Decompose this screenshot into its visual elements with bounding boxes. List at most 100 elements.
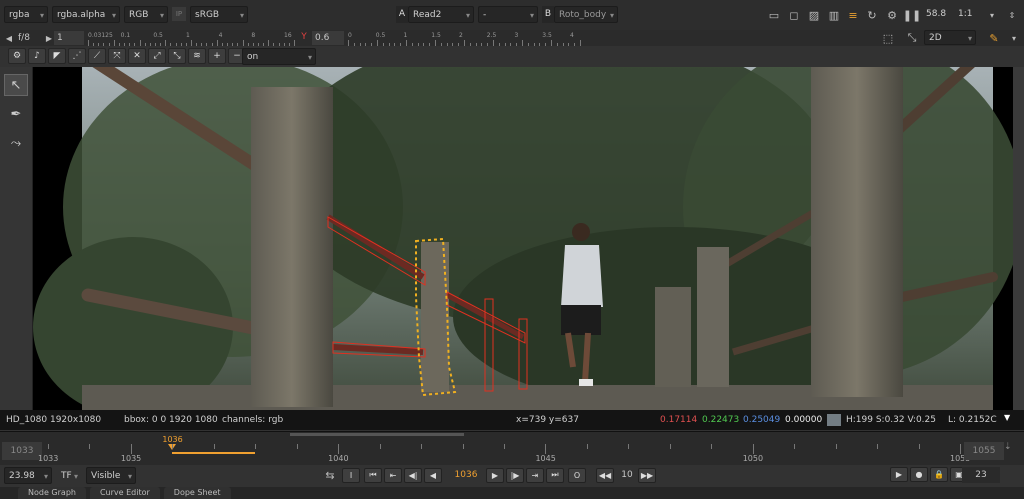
ruler-label: 3 [514, 32, 519, 39]
timeline[interactable]: 1033 1036 1033 1035 1040 1045 1050 1055 1055 … [0, 431, 1024, 466]
remove-feather-icon[interactable]: ⤡ [168, 48, 186, 64]
visible-dropdown[interactable]: Visible [86, 467, 136, 485]
gpu-icon[interactable]: ⚙ [884, 7, 900, 23]
point-lock-icon[interactable]: ◤ [48, 48, 66, 64]
colorspace-dropdown[interactable]: sRGB [190, 6, 248, 24]
add-key-icon[interactable]: + [208, 48, 226, 64]
timeline-start-frame[interactable]: 1033 [2, 442, 42, 460]
channel-dropdown[interactable]: rgba [4, 6, 48, 24]
ruler-label: 4 [218, 32, 223, 39]
prev-keyframe-icon[interactable]: ⇤ [384, 467, 402, 483]
timeline-end-frame[interactable]: 1055 [964, 442, 1004, 460]
overlay-icon[interactable]: ▨ [806, 7, 822, 23]
settings-gear-icon[interactable]: ⚙ [8, 48, 26, 64]
smooth-point-icon[interactable]: ⟋ [88, 48, 106, 64]
record-icon[interactable]: ● [910, 467, 928, 482]
add-feather-icon[interactable]: ⤢ [148, 48, 166, 64]
out-point-button[interactable]: O [568, 467, 586, 483]
loop-icon[interactable]: ⇆ [322, 467, 338, 483]
next-keyframe-icon[interactable]: ⇥ [526, 467, 544, 483]
layer-dropdown[interactable]: rgba.alpha [52, 6, 120, 24]
gamma-label: Y [301, 32, 307, 42]
timeline-scroll-handle[interactable] [290, 433, 464, 436]
view-mode-dropdown[interactable]: 2D [924, 30, 976, 46]
gamma-value[interactable]: 0.6 [312, 31, 344, 45]
input-a-dropdown[interactable]: Read2 [408, 6, 474, 24]
ruler-label: 1.5 [431, 32, 441, 39]
timeline-chevron-icon[interactable]: ⇣ [1004, 442, 1012, 452]
feather-link-icon[interactable]: ♪ [28, 48, 46, 64]
gain-value[interactable]: 1 [54, 31, 84, 45]
chevron-down-icon[interactable]: ▾ [984, 7, 1000, 23]
current-frame-field[interactable]: 1036 [446, 470, 486, 480]
timeline-ruler[interactable]: 1033 1035 1040 1045 1050 1055 [38, 444, 970, 464]
playback-bar: 23.98 TF Visible ⇆ I ⏮ ⇤ ◀| ◀ 1036 ▶ |▶ … [0, 465, 1024, 485]
clipping-warning-icon[interactable]: ◻ [786, 7, 802, 23]
timeline-tick [255, 444, 257, 449]
timeline-tick [462, 444, 464, 449]
gamma-slider[interactable]: 0 0.5 1 1.5 2 2.5 3 3.5 4 [348, 30, 581, 47]
frame-increment-field[interactable]: 10 [618, 470, 636, 480]
expand-icon[interactable]: ⇕ [1004, 7, 1020, 23]
fstop-right-arrow-icon[interactable]: ▶ [44, 31, 54, 45]
motion-blur-icon[interactable]: ≋ [188, 48, 206, 64]
in-point-button[interactable]: I [342, 467, 360, 483]
delete-point-icon[interactable]: ✕ [128, 48, 146, 64]
flipbook-icon[interactable]: ▶ [890, 467, 908, 482]
fstop-left-arrow-icon[interactable]: ◀ [4, 31, 14, 45]
go-to-end-icon[interactable]: ⏭ [546, 467, 564, 483]
timeline-tick [628, 444, 630, 449]
input-b-dropdown[interactable]: Roto_body [554, 6, 618, 24]
step-forward-icon[interactable]: |▶ [506, 467, 524, 483]
timeline-label: 1035 [120, 454, 142, 463]
tab-curve-editor[interactable]: Curve Editor [89, 487, 160, 499]
pencil-icon[interactable]: ✎ [986, 30, 1002, 46]
compare-mode-dropdown[interactable]: - [478, 6, 538, 24]
viewer-image[interactable] [33, 67, 1013, 410]
ruler-label: 2 [459, 32, 463, 39]
tf-dropdown[interactable]: TF [56, 467, 82, 485]
timeline-tick [130, 444, 132, 454]
transform-handle-icon[interactable]: ⤡ [904, 30, 920, 46]
refresh-icon[interactable]: ↻ [864, 7, 880, 23]
bezier-tool-icon[interactable]: ✒ [4, 103, 28, 125]
roi-icon[interactable]: ▭ [766, 7, 782, 23]
pause-icon[interactable]: ❚❚ [903, 7, 921, 23]
ruler-label: 0.5 [153, 32, 163, 39]
timeline-tick [421, 444, 423, 449]
timeline-tick [379, 444, 381, 449]
step-back-icon[interactable]: ◀| [404, 467, 422, 483]
play-forward-icon[interactable]: ▶ [486, 467, 504, 483]
skip-back-icon[interactable]: ◀◀ [596, 467, 614, 483]
play-backward-icon[interactable]: ◀ [424, 467, 442, 483]
fstop-label[interactable]: f/8 [18, 33, 30, 43]
bbox-info: bbox: 0 0 1920 1080 [124, 415, 218, 425]
gain-slider[interactable]: 0.03125 0.1 0.5 1 4 8 16 [88, 30, 295, 47]
timeline-label: 1045 [535, 454, 556, 463]
tab-dope-sheet[interactable]: Dope Sheet [163, 487, 231, 499]
viewer-canvas[interactable] [33, 67, 1013, 410]
cusp-point-icon[interactable]: ⤧ [108, 48, 126, 64]
info-expand-icon[interactable]: ▼ [1004, 413, 1010, 422]
fps-dropdown[interactable]: 23.98 [4, 467, 52, 485]
timeline-tick [752, 444, 754, 454]
ruler-label: 0.1 [120, 32, 131, 39]
show-points-icon[interactable]: ⋰ [68, 48, 86, 64]
mask-overlay-icon[interactable]: ▥ [826, 7, 842, 23]
proxy-icon[interactable]: IP [172, 7, 186, 21]
viewer-scrollbar[interactable] [1013, 67, 1024, 410]
tab-node-graph[interactable]: Node Graph [18, 487, 86, 499]
lock-viewer-icon[interactable]: ≡ [845, 7, 861, 23]
lock-icon[interactable]: 🔒 [930, 467, 948, 482]
zoom-ratio[interactable]: 1:1 [958, 9, 972, 19]
selection-mode-dropdown[interactable]: on selection [242, 48, 316, 79]
playback-end-field[interactable]: 23 [962, 467, 1000, 483]
region-select-icon[interactable]: ⬚ [880, 30, 896, 46]
collapse-icon[interactable]: ▾ [1006, 30, 1022, 46]
select-tool-icon[interactable]: ↖ [4, 74, 28, 96]
brush-tool-icon[interactable]: ⤳ [4, 132, 28, 154]
display-channels-dropdown[interactable]: RGB [124, 6, 168, 24]
skip-forward-icon[interactable]: ▶▶ [638, 467, 656, 483]
go-to-start-icon[interactable]: ⏮ [364, 467, 382, 483]
timeline-tick [48, 444, 49, 449]
